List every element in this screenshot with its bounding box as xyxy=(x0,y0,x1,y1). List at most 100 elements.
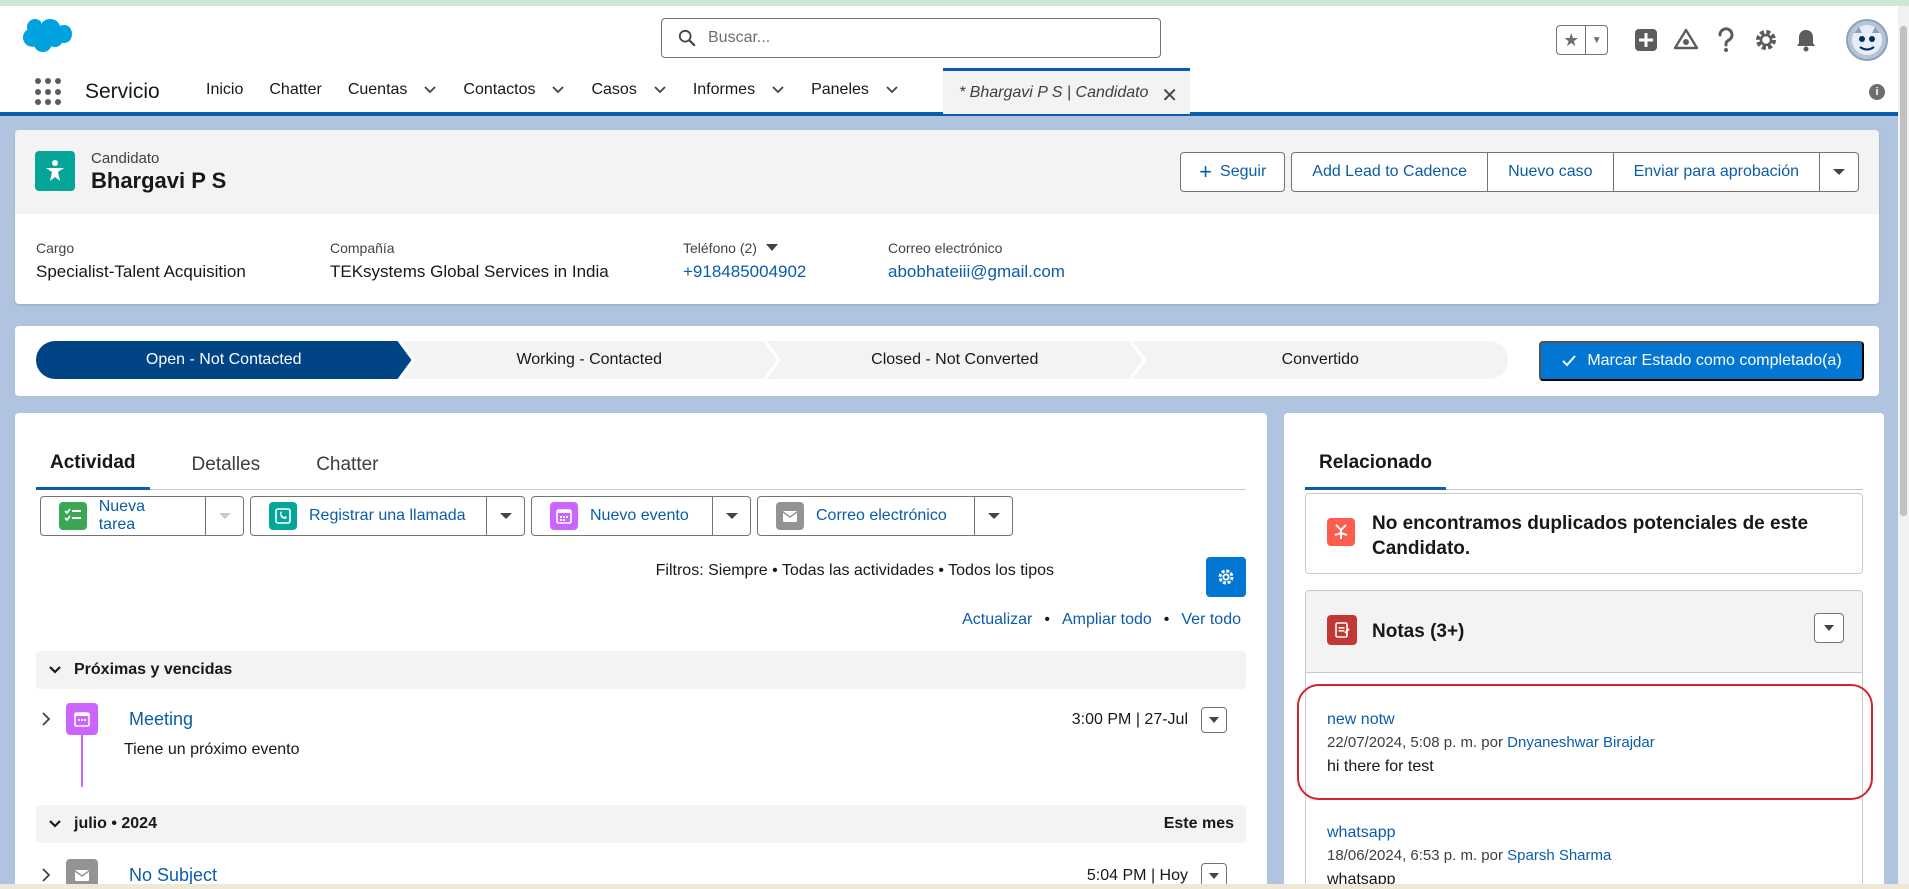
follow-label: Seguir xyxy=(1220,163,1267,180)
tab-chatter[interactable]: Chatter xyxy=(302,439,392,490)
search-input[interactable] xyxy=(708,29,1128,47)
filter-settings-gear-icon[interactable] xyxy=(1206,557,1246,597)
field-phone: Teléfono (2) +918485004902 xyxy=(683,240,806,282)
view-all-link[interactable]: Ver todo xyxy=(1181,611,1241,629)
chevron-down-icon[interactable] xyxy=(771,83,785,97)
help-question-icon[interactable] xyxy=(1712,26,1740,54)
nav-item-informes[interactable]: Informes xyxy=(693,81,785,99)
app-name: Servicio xyxy=(85,80,160,103)
nav-item-casos[interactable]: Casos xyxy=(591,81,666,99)
email-dropdown[interactable] xyxy=(975,496,1013,536)
chevron-down-icon xyxy=(1833,169,1845,175)
field-label: Cargo xyxy=(36,240,75,256)
month-section[interactable]: julio • 2024 Este mes xyxy=(36,805,1246,843)
record-header-top: Candidato Bhargavi P S + Seguir Add Lead … xyxy=(15,130,1879,214)
chevron-right-icon[interactable] xyxy=(40,712,52,726)
favorites-menu-chevron-icon[interactable]: ▼ xyxy=(1586,26,1607,54)
chevron-down-icon xyxy=(1209,873,1219,879)
add-lead-to-cadence-button[interactable]: Add Lead to Cadence xyxy=(1291,152,1489,192)
expand-all-link[interactable]: Ampliar todo xyxy=(1062,611,1152,629)
user-avatar[interactable] xyxy=(1846,19,1888,61)
nav-item-label: Contactos xyxy=(463,81,536,98)
activity-card: Actividad Detalles Chatter Nueva tarea R… xyxy=(15,413,1267,889)
new-event-button[interactable]: Nuevo evento xyxy=(531,496,713,536)
log-call-dropdown[interactable] xyxy=(487,496,525,536)
note-title-link[interactable]: whatsapp xyxy=(1327,824,1611,842)
email-title-link[interactable]: No Subject xyxy=(129,865,217,886)
submit-approval-button[interactable]: Enviar para aprobación xyxy=(1613,152,1820,192)
tab-actividad[interactable]: Actividad xyxy=(36,439,150,490)
record-highlight-fields: Cargo Specialist-Talent Acquisition Comp… xyxy=(15,214,1879,304)
task-checklist-icon xyxy=(59,502,87,530)
section-title: Próximas y vencidas xyxy=(74,661,233,678)
new-event-label: Nuevo evento xyxy=(590,507,689,524)
notes-actions-dropdown[interactable] xyxy=(1814,613,1844,643)
meeting-time: 3:00 PM | 27-Jul xyxy=(1071,711,1188,728)
header-utility-icons: ★ ▼ xyxy=(1556,19,1888,61)
app-navigation-bar: Servicio Inicio Chatter Cuentas Contacto… xyxy=(0,68,1909,116)
info-icon[interactable]: i xyxy=(1869,84,1885,100)
field-label: Correo electrónico xyxy=(888,240,1003,256)
new-case-button[interactable]: Nuevo caso xyxy=(1488,152,1614,192)
path-step-closed-not-converted[interactable]: Closed - Not Converted xyxy=(767,341,1143,379)
chevron-down-icon[interactable] xyxy=(653,83,667,97)
upcoming-overdue-section[interactable]: Próximas y vencidas xyxy=(36,651,1246,689)
note-author-link[interactable]: Sparsh Sharma xyxy=(1507,847,1611,864)
meeting-actions-dropdown[interactable] xyxy=(1201,707,1227,733)
nav-item-paneles[interactable]: Paneles xyxy=(811,81,899,99)
email-link[interactable]: abobhateiii@gmail.com xyxy=(888,262,1065,282)
more-actions-button[interactable] xyxy=(1820,152,1859,192)
close-tab-icon[interactable]: ✕ xyxy=(1161,83,1178,108)
nav-item-chatter[interactable]: Chatter xyxy=(269,81,321,99)
field-label: Teléfono (2) xyxy=(683,240,757,256)
page-scrollbar[interactable] xyxy=(1898,6,1909,889)
app-launcher-grid-icon[interactable] xyxy=(35,78,63,106)
chevron-down-icon[interactable] xyxy=(885,83,899,97)
log-call-button[interactable]: Registrar una llamada xyxy=(250,496,487,536)
phone-link[interactable]: +918485004902 xyxy=(683,262,806,282)
active-tab-label: * Bhargavi P S | Candidato xyxy=(959,83,1149,101)
chevron-down-icon[interactable] xyxy=(423,83,437,97)
note-meta-text: 18/06/2024, 6:53 p. m. por xyxy=(1327,847,1503,864)
global-search-box[interactable] xyxy=(661,18,1161,58)
phone-label-dropdown[interactable]: Teléfono (2) xyxy=(683,240,806,256)
favorites-star-icon[interactable]: ★ xyxy=(1557,26,1587,54)
path-step-convertido[interactable]: Convertido xyxy=(1132,341,1508,379)
timeline-item-meeting: Meeting Tiene un próximo evento 3:00 PM … xyxy=(36,703,1246,799)
salesforce-logo-icon[interactable] xyxy=(20,18,72,54)
chevron-down-icon[interactable] xyxy=(551,83,565,97)
meeting-subtitle: Tiene un próximo evento xyxy=(124,741,300,758)
path-step-working-contacted[interactable]: Working - Contacted xyxy=(402,341,778,379)
calendar-icon xyxy=(550,502,578,530)
section-title: julio • 2024 xyxy=(74,815,157,832)
chevron-down-icon xyxy=(1209,717,1219,723)
chevron-down-icon[interactable] xyxy=(765,243,779,253)
nav-item-contactos[interactable]: Contactos xyxy=(463,81,565,99)
notes-title[interactable]: Notas (3+) xyxy=(1372,621,1464,643)
nav-item-inicio[interactable]: Inicio xyxy=(206,81,243,99)
highlight-ring-annotation xyxy=(1297,684,1873,800)
setup-gear-icon[interactable] xyxy=(1752,26,1780,54)
tab-detalles[interactable]: Detalles xyxy=(178,439,275,490)
scrollbar-thumb[interactable] xyxy=(1900,26,1907,516)
global-actions-plus-icon[interactable] xyxy=(1632,26,1660,54)
tab-bhargavi-candidato[interactable]: * Bhargavi P S | Candidato ✕ xyxy=(943,68,1190,114)
follow-button[interactable]: + Seguir xyxy=(1180,152,1286,192)
related-tabs: Relacionado xyxy=(1305,439,1863,490)
notifications-bell-icon[interactable] xyxy=(1792,26,1820,54)
mark-status-complete-button[interactable]: Marcar Estado como completado(a) xyxy=(1539,341,1864,381)
email-button[interactable]: Correo electrónico xyxy=(757,496,975,536)
new-task-button[interactable]: Nueva tarea xyxy=(40,496,206,536)
meeting-title-link[interactable]: Meeting xyxy=(129,709,193,730)
trailhead-guidance-icon[interactable] xyxy=(1672,26,1700,54)
record-header-card: Candidato Bhargavi P S + Seguir Add Lead … xyxy=(15,130,1879,304)
refresh-link[interactable]: Actualizar xyxy=(962,611,1032,629)
duplicates-merge-icon xyxy=(1327,518,1355,546)
activity-filters-text: Filtros: Siempre • Todas las actividades… xyxy=(655,562,1054,579)
path-step-open-not-contacted[interactable]: Open - Not Contacted xyxy=(36,341,412,379)
field-value: Specialist-Talent Acquisition xyxy=(36,262,246,281)
tab-relacionado[interactable]: Relacionado xyxy=(1305,439,1446,490)
new-event-dropdown[interactable] xyxy=(713,496,751,536)
nav-item-cuentas[interactable]: Cuentas xyxy=(348,81,438,99)
chevron-right-icon[interactable] xyxy=(40,868,52,882)
